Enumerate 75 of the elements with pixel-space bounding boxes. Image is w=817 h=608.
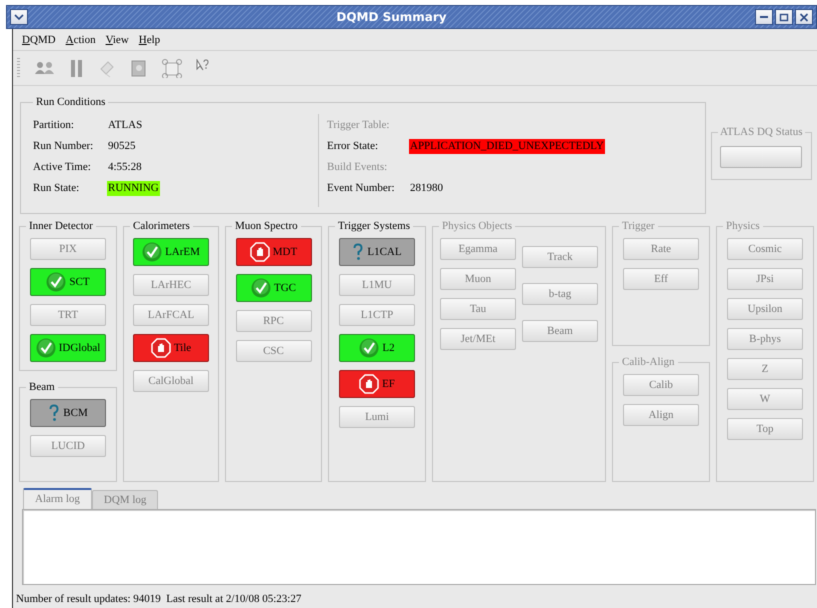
status-button[interactable]: CSC	[236, 340, 312, 362]
menu-item[interactable]: DQMD	[17, 34, 61, 46]
panel-title: Run Conditions	[35, 96, 106, 108]
field-label: Run State:	[33, 181, 80, 196]
group-title: Calib-Align	[621, 356, 676, 368]
status-button[interactable]: BCM	[30, 399, 106, 427]
status-button[interactable]: Lumi	[339, 406, 415, 428]
pause-icon[interactable]	[70, 58, 84, 78]
field-label: Run Number:	[33, 139, 94, 154]
field-value: ATLAS	[107, 118, 144, 133]
window-title: DQMD Summary	[335, 10, 448, 24]
status-button[interactable]: LArEM	[133, 238, 209, 266]
status-button[interactable]: RPC	[236, 310, 312, 332]
field-label: Event Number:	[327, 181, 396, 196]
status-text: Number of result updates: 94019 Last result at 2/10/08 05:23:27	[16, 593, 302, 605]
status-button[interactable]: MDT	[236, 238, 312, 266]
status-button[interactable]: L1MU	[339, 274, 415, 296]
expand-icon[interactable]	[162, 58, 182, 78]
field-label: Build Events:	[327, 160, 388, 175]
check-icon	[251, 278, 271, 298]
status-button[interactable]: LArHEC	[133, 274, 209, 296]
maximize-button[interactable]	[775, 9, 793, 25]
group-title: Physics	[725, 220, 761, 232]
group-title: Calorimeters	[132, 220, 191, 232]
close-icon	[799, 12, 809, 22]
field-value: APPLICATION_DIED_UNEXPECTEDLY	[409, 139, 605, 154]
group-title: Physics Objects	[441, 220, 513, 232]
status-button[interactable]: L1CTP	[339, 304, 415, 326]
status-button[interactable]: CalGlobal	[133, 370, 209, 392]
field-value: 4:55:28	[107, 160, 143, 175]
status-button[interactable]: IDGlobal	[30, 334, 106, 362]
close-button[interactable]	[795, 9, 813, 25]
check-icon	[36, 338, 56, 358]
status-button[interactable]: PIX	[30, 238, 106, 260]
menu-item[interactable]: View	[100, 34, 134, 46]
menu-item[interactable]: Action	[60, 34, 101, 46]
status-button[interactable]	[720, 146, 802, 168]
status-button[interactable]: L1CAL	[339, 238, 415, 266]
menu-item[interactable]: Help	[134, 34, 166, 46]
status-button[interactable]: LArFCAL	[133, 304, 209, 326]
group-title: Inner Detector	[28, 220, 94, 232]
field-value: 90525	[107, 139, 136, 154]
check-icon	[142, 242, 162, 262]
status-button[interactable]: LUCID	[30, 435, 106, 457]
group-title: Trigger Systems	[337, 220, 412, 232]
panel-title: ATLAS DQ Status	[719, 126, 804, 138]
group-title: Muon Spectro	[234, 220, 299, 232]
check-icon	[359, 338, 380, 358]
field-value: 281980	[409, 181, 444, 196]
field-label: Partition:	[33, 118, 75, 133]
status-button[interactable]: L2	[339, 334, 415, 362]
minimize-icon	[760, 16, 768, 18]
status-button[interactable]: Tile	[133, 334, 209, 362]
status-button[interactable]: TRT	[30, 304, 106, 326]
field-value: RUNNING	[107, 181, 160, 196]
log-tab[interactable]: DQM log	[92, 490, 158, 509]
status-button[interactable]: SCT	[30, 268, 106, 296]
stop-hand-icon	[150, 338, 171, 358]
field-label: Trigger Table:	[327, 118, 390, 133]
field-label: Active Time:	[33, 160, 92, 175]
status-button[interactable]: TGC	[236, 274, 312, 302]
chevron-icon	[14, 13, 24, 21]
field-label: Error State:	[327, 139, 380, 154]
stop-hand-icon	[359, 374, 380, 394]
log-tab[interactable]: Alarm log	[23, 488, 92, 509]
group-title: Beam	[28, 381, 56, 393]
window-menu-button[interactable]	[10, 9, 28, 25]
question-icon	[48, 404, 60, 422]
question-icon	[352, 243, 364, 261]
stop-hand-icon	[250, 242, 270, 262]
status-button[interactable]: EF	[339, 370, 415, 398]
maximize-icon	[779, 12, 789, 22]
group-title: Trigger	[621, 220, 656, 232]
minimize-button[interactable]	[755, 9, 773, 25]
check-icon	[46, 272, 66, 292]
